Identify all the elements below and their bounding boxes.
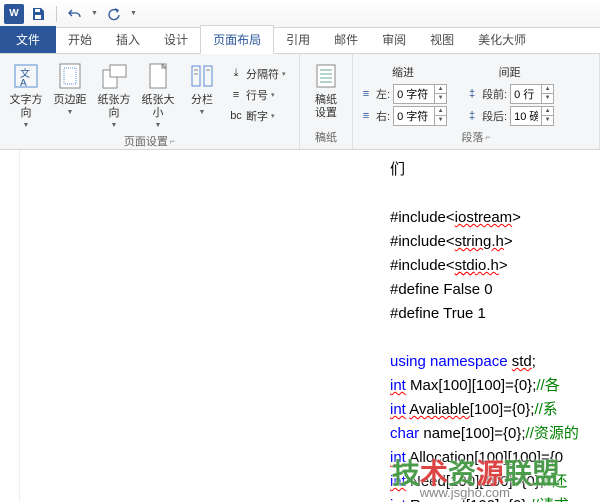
quick-access-toolbar: ▼ ▼ <box>30 6 137 22</box>
line-numbers-icon: ≡ <box>229 88 243 102</box>
margins-button[interactable]: 页边距 ▼ <box>50 58 90 131</box>
ribbon-tabs: 文件 开始 插入 设计 页面布局 引用 邮件 审阅 视图 美化大师 <box>0 28 600 54</box>
indent-right-label: 右: <box>376 108 390 124</box>
orientation-button[interactable]: 纸张方向 ▼ <box>94 58 134 131</box>
title-bar: W ▼ ▼ <box>0 0 600 28</box>
indent-left-icon: ≡ <box>359 88 373 100</box>
svg-text:A: A <box>20 78 27 89</box>
columns-button[interactable]: 分栏 ▼ <box>182 58 222 131</box>
spacing-after-icon: ‡ <box>465 110 479 122</box>
tab-design[interactable]: 设计 <box>152 26 200 53</box>
group-page-setup: 文A 文字方向 ▼ 页边距 ▼ 纸张方向 ▼ 纸张大小 ▼ 分栏 <box>0 54 300 149</box>
manuscript-settings-button[interactable]: 稿纸 设置 <box>306 58 346 127</box>
manuscript-icon <box>310 60 342 92</box>
indent-column: 缩进 ≡ 左: ▲▼ ≡ 右: ▲▼ <box>359 58 447 127</box>
document-area[interactable]: 们 #include<iostream>#include<string.h>#i… <box>0 150 600 502</box>
undo-icon[interactable] <box>67 6 83 22</box>
size-icon <box>142 60 174 92</box>
group-manuscript: 稿纸 设置 稿纸 <box>300 54 353 149</box>
indent-right-icon: ≡ <box>359 110 373 122</box>
margins-icon <box>54 60 86 92</box>
save-icon[interactable] <box>30 6 46 22</box>
indent-left-label: 左: <box>376 86 390 102</box>
tab-mailings[interactable]: 邮件 <box>322 26 370 53</box>
tab-view[interactable]: 视图 <box>418 26 466 53</box>
page-setup-launcher-icon[interactable]: ⌐ <box>170 136 175 146</box>
tab-review[interactable]: 审阅 <box>370 26 418 53</box>
redo-icon[interactable] <box>106 6 122 22</box>
spacing-before-icon: ‡ <box>465 88 479 100</box>
tab-file[interactable]: 文件 <box>0 26 56 53</box>
columns-icon <box>186 60 218 92</box>
ribbon: 文A 文字方向 ▼ 页边距 ▼ 纸张方向 ▼ 纸张大小 ▼ 分栏 <box>0 54 600 150</box>
tab-home[interactable]: 开始 <box>56 26 104 53</box>
text-direction-button[interactable]: 文A 文字方向 ▼ <box>6 58 46 131</box>
indent-left-spinner[interactable]: ▲▼ <box>393 84 447 104</box>
size-button[interactable]: 纸张大小 ▼ <box>138 58 178 131</box>
undo-dropdown[interactable]: ▼ <box>91 10 98 17</box>
spacing-after-spinner[interactable]: ▲▼ <box>510 106 554 126</box>
left-gutter <box>0 150 20 502</box>
hyphenation-button[interactable]: bc断字 ▾ <box>226 106 289 126</box>
document-page[interactable]: 们 #include<iostream>#include<string.h>#i… <box>20 150 600 502</box>
breaks-icon: ⤓ <box>229 67 243 81</box>
paragraph-launcher-icon[interactable]: ⌐ <box>485 132 490 142</box>
orientation-icon <box>98 60 130 92</box>
tab-page-layout[interactable]: 页面布局 <box>200 25 274 54</box>
tab-references[interactable]: 引用 <box>274 26 322 53</box>
spacing-column: 间距 ‡ 段前: ▲▼ ‡ 段后: ▲▼ <box>465 58 554 127</box>
line-numbers-button[interactable]: ≡行号 ▾ <box>226 85 289 105</box>
spacing-before-spinner[interactable]: ▲▼ <box>510 84 554 104</box>
spacing-before-label: 段前: <box>482 86 507 102</box>
group-paragraph: 缩进 ≡ 左: ▲▼ ≡ 右: ▲▼ 间距 ‡ 段前: ▲▼ <box>353 54 600 149</box>
qat-customize-dropdown[interactable]: ▼ <box>130 10 137 17</box>
tab-insert[interactable]: 插入 <box>104 26 152 53</box>
text-direction-icon: 文A <box>10 60 42 92</box>
hyphenation-icon: bc <box>229 109 243 123</box>
spacing-after-label: 段后: <box>482 108 507 124</box>
indent-right-spinner[interactable]: ▲▼ <box>393 106 447 126</box>
tab-beautify[interactable]: 美化大师 <box>466 26 538 53</box>
page-setup-small-buttons: ⤓分隔符 ▾ ≡行号 ▾ bc断字 ▾ <box>226 58 289 131</box>
breaks-button[interactable]: ⤓分隔符 ▾ <box>226 64 289 84</box>
word-app-icon: W <box>4 4 24 24</box>
spacing-title: 间距 <box>465 64 554 80</box>
indent-title: 缩进 <box>359 64 447 80</box>
